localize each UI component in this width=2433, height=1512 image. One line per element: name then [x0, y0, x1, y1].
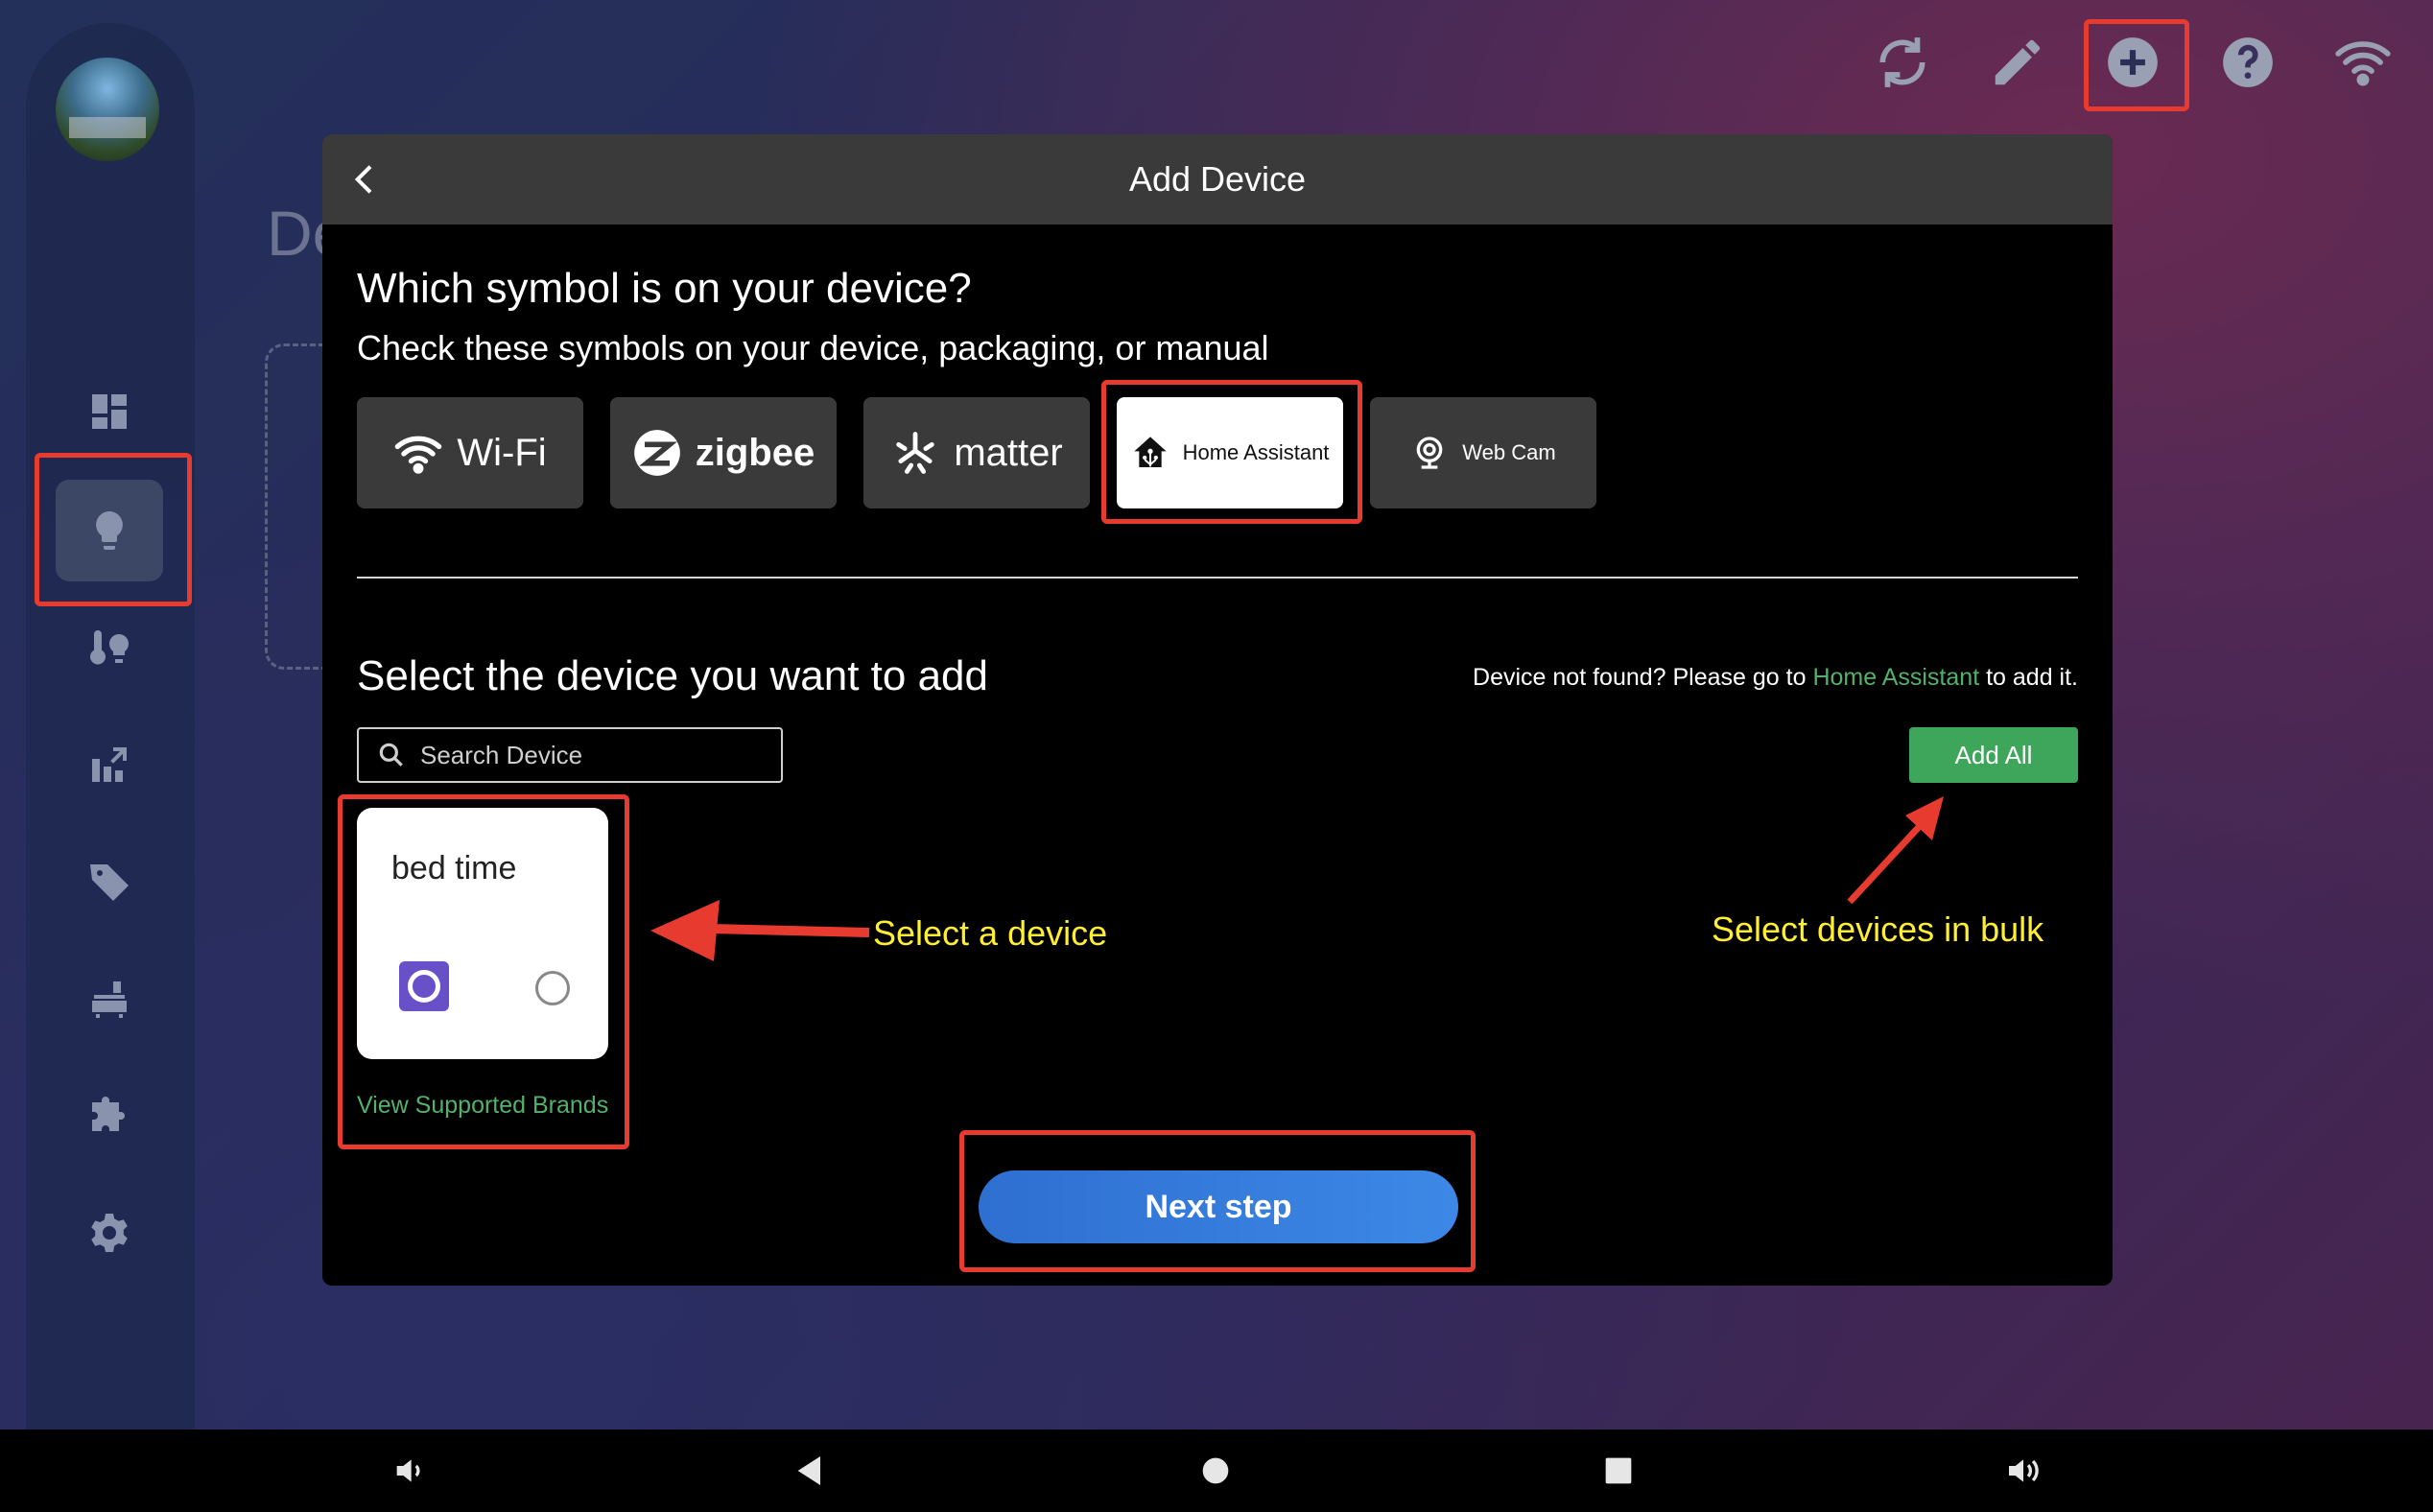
webcam-icon [1416, 437, 1443, 469]
protocol-label: Web Cam [1462, 440, 1556, 464]
home-circle-icon[interactable] [1190, 1445, 1241, 1497]
protocol-label: Wi-Fi [457, 431, 547, 474]
annotation-arrow-left [650, 900, 870, 961]
protocol-label: matter [954, 431, 1063, 474]
settings-gear-icon[interactable] [80, 1203, 139, 1263]
select-device-annotation: Select a device [873, 913, 1108, 953]
zigbee-icon [633, 430, 680, 476]
protocol-zigbee-button[interactable]: zigbee [610, 397, 837, 508]
protocol-matter-button[interactable]: matter [863, 397, 1090, 508]
not-found-suffix: to add it. [1979, 664, 2078, 691]
device-card-annotation-box [338, 794, 629, 1149]
sofa-icon[interactable] [80, 969, 139, 1028]
edit-pencil-icon[interactable] [1984, 29, 2051, 96]
volume-up-icon[interactable] [1997, 1445, 2049, 1497]
home-assistant-link[interactable]: Home Assistant [1812, 664, 1979, 691]
help-icon[interactable] [2214, 29, 2281, 96]
modal-title: Add Device [1128, 159, 1307, 199]
home-assistant-annotation-box [1101, 380, 1362, 524]
select-bulk-annotation: Select devices in bulk [1712, 910, 2044, 949]
search-input[interactable] [420, 740, 766, 770]
protocol-webcam-button[interactable]: Web Cam [1370, 397, 1596, 508]
avatar[interactable] [56, 58, 159, 161]
wifi-status-icon [2329, 29, 2397, 96]
volume-down-icon[interactable] [384, 1445, 436, 1497]
thermometer-bulb-icon[interactable] [80, 618, 139, 677]
search-icon [379, 743, 403, 767]
back-triangle-icon[interactable] [785, 1445, 837, 1497]
recents-square-icon[interactable] [1593, 1445, 1644, 1497]
matter-icon [896, 432, 935, 474]
dashboard-icon[interactable] [80, 382, 139, 441]
next-step-annotation-box [959, 1130, 1476, 1272]
wifi-icon [395, 436, 442, 474]
question-title: Which symbol is on your device? [357, 265, 972, 312]
sidebar-annotation-box [35, 453, 192, 606]
tag-icon[interactable] [80, 852, 139, 911]
annotation-arrow-up [1847, 796, 1944, 905]
search-device-field[interactable] [357, 727, 783, 783]
refresh-icon[interactable] [1869, 29, 1936, 96]
select-device-title: Select the device you want to add [357, 652, 988, 699]
add-button-annotation-box [2084, 19, 2189, 111]
puzzle-icon[interactable] [80, 1086, 139, 1146]
stats-icon[interactable] [80, 735, 139, 794]
device-not-found-text: Device not found? Please go to Home Assi… [1473, 664, 2078, 692]
not-found-prefix: Device not found? Please go to [1473, 664, 1813, 691]
back-chevron-icon[interactable] [342, 155, 390, 203]
protocol-wifi-button[interactable]: Wi-Fi [357, 397, 583, 508]
section-divider [357, 577, 2078, 579]
protocol-label: zigbee [695, 431, 815, 474]
add-all-button[interactable]: Add All [1909, 727, 2078, 783]
question-subtitle: Check these symbols on your device, pack… [357, 328, 1269, 367]
